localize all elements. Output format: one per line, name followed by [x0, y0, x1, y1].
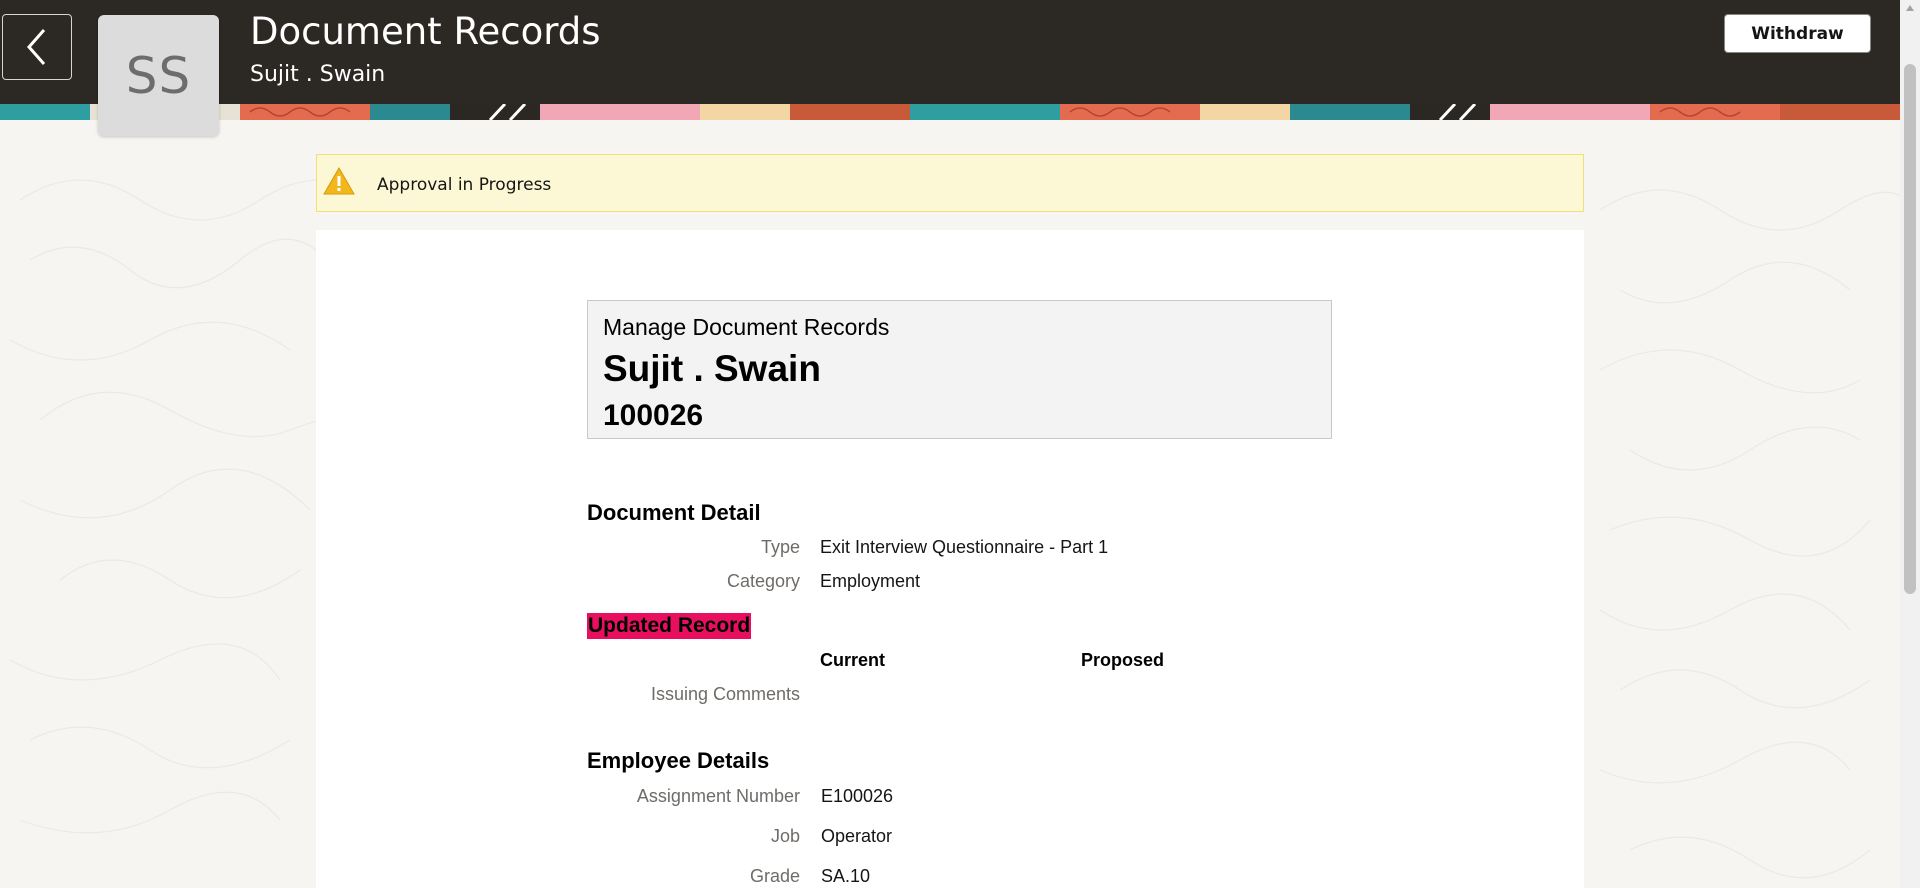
category-label: Category: [726, 571, 800, 591]
approval-alert: Approval in Progress: [316, 154, 1584, 212]
person-number: 100026: [603, 399, 704, 432]
type-value: Exit Interview Questionnaire - Part 1: [820, 537, 1109, 557]
assignment-number-label: Assignment Number: [636, 786, 800, 806]
grade-value: SA.10: [821, 866, 871, 886]
summary-heading: Manage Document Records: [603, 314, 890, 340]
current-column-header: Current: [820, 650, 886, 670]
job-label: Job: [770, 826, 800, 846]
person-name: Sujit . Swain: [603, 348, 821, 389]
page-title: Document Records: [250, 10, 601, 53]
summary-box: Manage Document Records Sujit . Swain 10…: [587, 300, 1332, 439]
page-subtitle: Sujit . Swain: [250, 62, 386, 87]
avatar: SS: [98, 15, 219, 136]
grade-label: Grade: [749, 866, 800, 886]
category-value: Employment: [820, 571, 921, 591]
assignment-number-value: E100026: [821, 786, 894, 806]
header-banner: [0, 104, 1900, 120]
back-button[interactable]: [2, 14, 72, 80]
issuing-comments-label: Issuing Comments: [650, 684, 800, 704]
updated-record-title: Updated Record: [587, 613, 752, 639]
page-header: Document Records Sujit . Swain Withdraw: [0, 0, 1900, 104]
warning-icon: [323, 166, 355, 195]
proposed-column-header: Proposed: [1081, 650, 1165, 670]
withdraw-button[interactable]: Withdraw: [1724, 14, 1871, 53]
employee-details-title: Employee Details: [587, 748, 770, 773]
page-scrollbar[interactable]: [1900, 0, 1920, 888]
job-value: Operator: [821, 826, 893, 846]
scroll-up-arrow-icon[interactable]: [1905, 4, 1915, 12]
scrollbar-thumb[interactable]: [1904, 64, 1916, 594]
chevron-left-icon: [26, 29, 46, 65]
document-detail-title: Document Detail: [587, 500, 761, 525]
alert-text: Approval in Progress: [377, 175, 552, 195]
type-label: Type: [760, 537, 800, 557]
